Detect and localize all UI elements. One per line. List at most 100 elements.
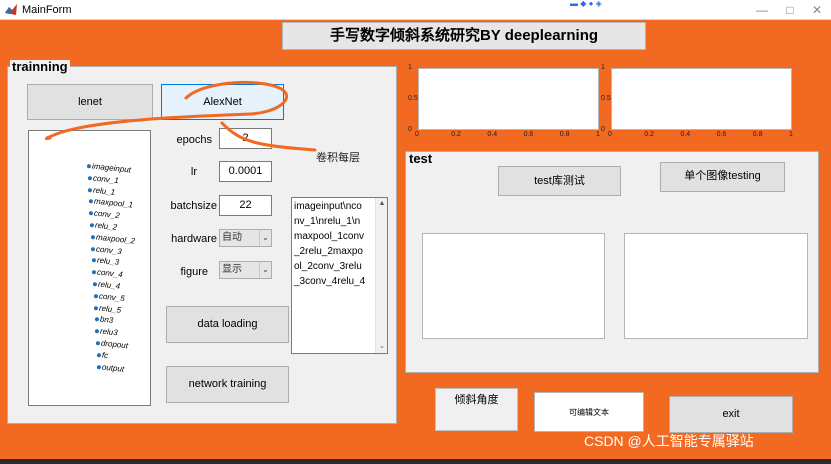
layer-label: relu3 — [99, 326, 119, 338]
layer-node-icon — [93, 293, 99, 299]
editable-text-field[interactable]: 可编辑文本 — [534, 392, 644, 432]
window-title-bar: MainForm ▬ ◆ ● ◈ — □ ✕ — [0, 0, 831, 20]
layer-node-icon — [90, 234, 96, 240]
layer-node-icon — [91, 270, 97, 275]
window-title: MainForm — [22, 4, 72, 16]
figure-select[interactable]: 显示 ⌄ — [219, 261, 272, 279]
layer-item: relu_1 — [87, 185, 116, 197]
y-tick-label: 1 — [408, 64, 412, 71]
y-tick-label: 0 — [601, 126, 605, 133]
exit-button[interactable]: exit — [669, 396, 793, 433]
chevron-down-icon: ⌄ — [259, 262, 271, 278]
layer-node-icon — [94, 317, 100, 322]
layer-text-listbox[interactable]: imageinput\nco nv_1\nrelu_1\n maxpool_1c… — [291, 197, 388, 354]
network-layer-graph: imageinput conv_1 relu_1 maxpool_1 conv_2rel… — [28, 130, 151, 406]
layer-node-icon — [91, 258, 97, 263]
layer-node-icon — [92, 281, 98, 287]
scroll-up-icon[interactable]: ▲ — [376, 199, 387, 209]
hardware-select[interactable]: 自动 ⌄ — [219, 229, 272, 247]
y-tick-label: 0.5 — [408, 95, 418, 102]
x-tick-label: 0.4 — [680, 131, 691, 138]
x-tick-label: 0.4 — [487, 131, 498, 138]
lr-input[interactable]: 0.0001 — [219, 161, 272, 182]
page-title: 手写数字倾斜系统研究BY deeplearning — [282, 22, 646, 50]
layer-item: relu_4 — [92, 279, 121, 291]
test-library-button[interactable]: test库测试 — [498, 166, 621, 196]
layer-label: imageinput — [91, 161, 132, 175]
x-tick-label: 0.8 — [752, 131, 763, 138]
listbox-line: nv_1\nrelu_1\n — [294, 216, 361, 227]
layer-item: dropout — [95, 338, 129, 351]
layer-item: bn3 — [94, 314, 114, 326]
batchsize-input[interactable]: 22 — [219, 195, 272, 216]
layer-node-icon — [96, 364, 102, 369]
network-training-button[interactable]: network training — [166, 366, 289, 403]
y-tick-label: 0.5 — [601, 95, 611, 102]
scroll-down-icon[interactable]: ⌄ — [376, 342, 387, 352]
single-image-testing-button[interactable]: 单个图像testing — [660, 162, 785, 192]
tray-icons: ▬ ◆ ● ◈ — [570, 0, 602, 8]
chevron-down-icon: ⌄ — [259, 230, 271, 246]
training-plot-left — [418, 68, 599, 130]
layer-item: relu_3 — [91, 255, 120, 268]
alexnet-button[interactable]: AlexNet — [161, 84, 284, 120]
layer-node-icon — [96, 352, 102, 358]
layer-item: conv_5 — [93, 291, 126, 303]
x-tick-label: 1 — [596, 131, 600, 138]
hardware-label: hardware — [171, 233, 217, 245]
layer-item: output — [96, 362, 125, 374]
taskbar — [0, 459, 831, 464]
layer-node-icon — [88, 199, 94, 204]
layer-label: conv_2 — [93, 208, 121, 221]
y-tick-label: 0 — [408, 126, 412, 133]
close-button[interactable]: ✕ — [803, 2, 831, 18]
x-tick-label: 0.2 — [451, 131, 461, 138]
layer-label: output — [101, 362, 125, 374]
layer-label: maxpool_2 — [95, 232, 136, 246]
x-tick-label: 1 — [789, 131, 793, 138]
layer-item: conv_1 — [87, 173, 119, 185]
listbox-scrollbar[interactable]: ▲ ⌄ — [375, 198, 387, 353]
layer-node-icon — [86, 163, 92, 169]
training-plot-right — [611, 68, 792, 130]
y-tick-label: 1 — [601, 64, 605, 71]
hardware-select-value: 自动 — [222, 232, 242, 243]
layer-node-icon — [95, 340, 101, 346]
layer-item: conv_3 — [90, 244, 122, 256]
maximize-button[interactable]: □ — [776, 2, 804, 18]
test-image-axes-left — [422, 233, 605, 339]
test-image-axes-right — [624, 233, 808, 339]
figure-select-value: 显示 — [222, 264, 242, 275]
test-panel-title: test — [407, 151, 435, 166]
layer-label: relu_1 — [92, 185, 116, 197]
data-loading-button[interactable]: data loading — [166, 306, 289, 343]
layer-node-icon — [87, 175, 93, 181]
lr-label: lr — [190, 166, 197, 178]
layer-label: relu_3 — [96, 255, 120, 268]
csdn-watermark: CSDN @人工智能专属驿站 — [584, 433, 754, 449]
epochs-input[interactable]: 2 — [219, 128, 272, 149]
tilt-angle-label: 倾斜角度 — [435, 388, 518, 431]
figure-label: figure — [180, 266, 208, 278]
training-panel-title: trainning — [10, 59, 70, 74]
layer-label: conv_4 — [96, 267, 124, 280]
layer-item: relu3 — [94, 326, 119, 338]
layer-item: maxpool_2 — [90, 232, 136, 246]
layer-label: fc — [101, 350, 109, 360]
layer-label: maxpool_1 — [93, 196, 134, 210]
layer-item: conv_2 — [88, 208, 121, 221]
layer-label: relu_5 — [98, 303, 122, 315]
listbox-line: ol_2conv_3relu — [294, 261, 362, 272]
layer-node-icon — [94, 329, 100, 334]
x-tick-label: 0 — [415, 131, 419, 138]
lenet-button[interactable]: lenet — [27, 84, 153, 120]
listbox-line: _2relu_2maxpo — [294, 246, 363, 257]
x-tick-label: 0 — [608, 131, 612, 138]
layer-label: conv_5 — [98, 291, 126, 303]
layer-label: dropout — [100, 338, 129, 351]
x-tick-label: 0.6 — [523, 131, 534, 138]
listbox-line: _3conv_4relu_4 — [294, 276, 366, 287]
annotation-text: 卷积每层 — [316, 152, 360, 164]
layer-label: bn3 — [99, 314, 114, 326]
minimize-button[interactable]: — — [748, 2, 776, 18]
